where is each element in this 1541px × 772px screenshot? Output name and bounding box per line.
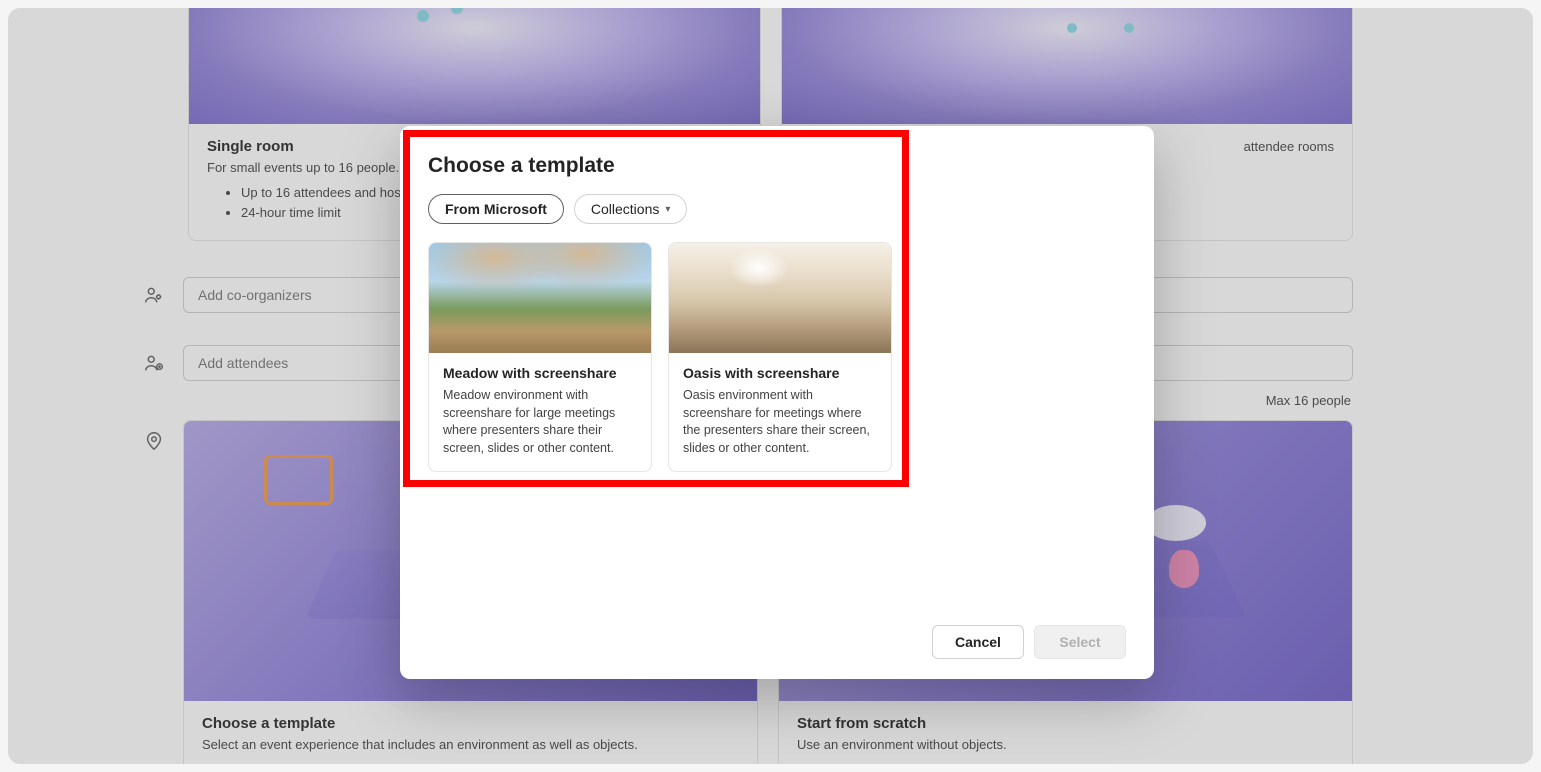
chevron-down-icon: ▾ <box>665 204 670 215</box>
choose-template-modal: Choose a template From Microsoft Collect… <box>400 126 1154 679</box>
select-button[interactable]: Select <box>1034 625 1126 659</box>
template-title-oasis: Oasis with screenshare <box>683 365 877 381</box>
tab-from-microsoft[interactable]: From Microsoft <box>428 194 564 224</box>
oasis-thumbnail <box>669 243 891 353</box>
template-title-meadow: Meadow with screenshare <box>443 365 637 381</box>
template-card-oasis[interactable]: Oasis with screenshare Oasis environment… <box>668 242 892 472</box>
cancel-button[interactable]: Cancel <box>932 625 1024 659</box>
tab-collections[interactable]: Collections ▾ <box>574 194 688 224</box>
tab-collections-label: Collections <box>591 201 659 217</box>
template-desc-meadow: Meadow environment with screenshare for … <box>443 387 637 457</box>
modal-title: Choose a template <box>428 154 1126 178</box>
meadow-thumbnail <box>429 243 651 353</box>
template-card-meadow[interactable]: Meadow with screenshare Meadow environme… <box>428 242 652 472</box>
template-desc-oasis: Oasis environment with screenshare for m… <box>683 387 877 457</box>
